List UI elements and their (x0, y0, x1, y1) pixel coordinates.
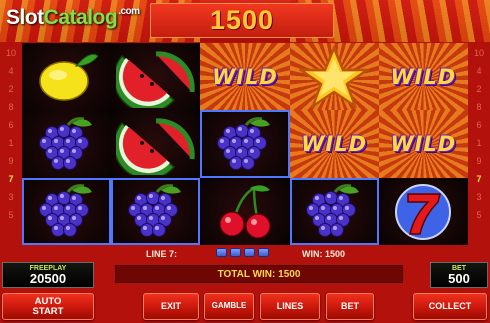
star-icon (299, 45, 370, 108)
balance-display: 1500 (150, 3, 334, 38)
cherries-symbol-cell (200, 177, 290, 245)
seven-symbol-cell (378, 177, 468, 245)
payline-number: 9 (8, 156, 14, 166)
grapes-symbol-cell (200, 110, 290, 178)
line-indicator-icon (230, 248, 241, 257)
seven-icon (386, 180, 460, 242)
logo-com: .com (118, 6, 140, 17)
payline-number: 5 (8, 210, 14, 220)
payline-number: 3 (8, 192, 14, 202)
auto-start-label: AUTO START (32, 295, 64, 317)
bet-display: BET 500 (430, 262, 488, 288)
grapes-icon (30, 182, 104, 240)
balance-value: 1500 (209, 5, 275, 35)
payline-number: 7 (8, 174, 14, 184)
logo-slot: Slot (6, 6, 44, 29)
wild-symbol-cell: WILD (378, 110, 468, 178)
auto-start-button[interactable]: AUTO START (2, 293, 94, 320)
watermelon-icon (115, 113, 196, 175)
payline-number: 8 (8, 102, 14, 112)
payline-number: 5 (476, 210, 482, 220)
total-win-bar: TOTAL WIN: 1500 (115, 265, 403, 283)
grapes-symbol-cell (22, 177, 112, 245)
payline-number: 1 (8, 138, 14, 148)
lines-button[interactable]: LINES (260, 293, 320, 320)
payline-number: 7 (476, 174, 482, 184)
logo: SlotCatalog.com (6, 6, 140, 30)
watermelon-icon (115, 46, 196, 108)
payline-number: 3 (476, 192, 482, 202)
exit-button[interactable]: EXIT (143, 293, 199, 320)
payline-number: 4 (476, 66, 482, 76)
win-label: WIN: 1500 (302, 249, 346, 259)
line-indicator-icon (258, 248, 269, 257)
payline-number: 10 (5, 48, 16, 58)
grapes-icon (119, 182, 193, 240)
collect-button[interactable]: COLLECT (413, 293, 487, 320)
line-symbol-indicators (216, 248, 269, 257)
payline-number: 2 (8, 84, 14, 94)
line-label: LINE 7: (146, 249, 178, 259)
grapes-icon (208, 115, 282, 173)
payline-numbers-right: 10 4 2 8 6 1 9 7 3 5 (472, 48, 486, 220)
line-indicator-icon (216, 248, 227, 257)
wild-symbol-cell: WILD (289, 110, 379, 178)
watermelon-symbol-cell (111, 43, 201, 111)
payline-number: 9 (476, 156, 482, 166)
payline-number: 6 (8, 120, 14, 130)
cherries-icon (210, 182, 280, 240)
payline-numbers-left: 10 4 2 8 6 1 9 7 3 5 (4, 48, 18, 220)
payline-number: 2 (476, 84, 482, 94)
payline-number: 10 (473, 48, 484, 58)
grapes-symbol-cell (111, 177, 201, 245)
grapes-symbol-cell (289, 177, 379, 245)
win-info-row: LINE 7: WIN: 1500 (0, 246, 490, 262)
payline-number: 4 (8, 66, 14, 76)
wild-label: WILD (390, 64, 457, 89)
freeplay-value: 20500 (29, 271, 67, 286)
freeplay-display: FREEPLAY 20500 (2, 262, 94, 288)
payline-number: 8 (476, 102, 482, 112)
bet-value: 500 (448, 271, 470, 286)
watermelon-symbol-cell (111, 110, 201, 178)
payline-number: 6 (476, 120, 482, 130)
grapes-icon (30, 115, 104, 173)
payline-number: 1 (476, 138, 482, 148)
line-indicator-icon (244, 248, 255, 257)
wild-symbol-cell: WILD (378, 43, 468, 111)
lemon-icon (32, 48, 102, 106)
grapes-icon (297, 182, 371, 240)
wild-symbol-cell: WILD (200, 43, 290, 111)
top-bar: SlotCatalog.com 1500 (0, 0, 490, 42)
wild-label: WILD (301, 131, 368, 156)
total-win-text: TOTAL WIN: 1500 (217, 268, 301, 280)
reel-grid: WILD WILD WILD WILD (22, 43, 468, 245)
logo-catalog: Catalog (43, 6, 118, 29)
lemon-symbol-cell (22, 43, 112, 111)
wild-label: WILD (390, 131, 457, 156)
star-symbol-cell (289, 43, 379, 111)
bet-button[interactable]: BET (326, 293, 374, 320)
grapes-symbol-cell (22, 110, 112, 178)
gamble-button[interactable]: GAMBLE (204, 293, 254, 320)
wild-label: WILD (212, 64, 278, 89)
